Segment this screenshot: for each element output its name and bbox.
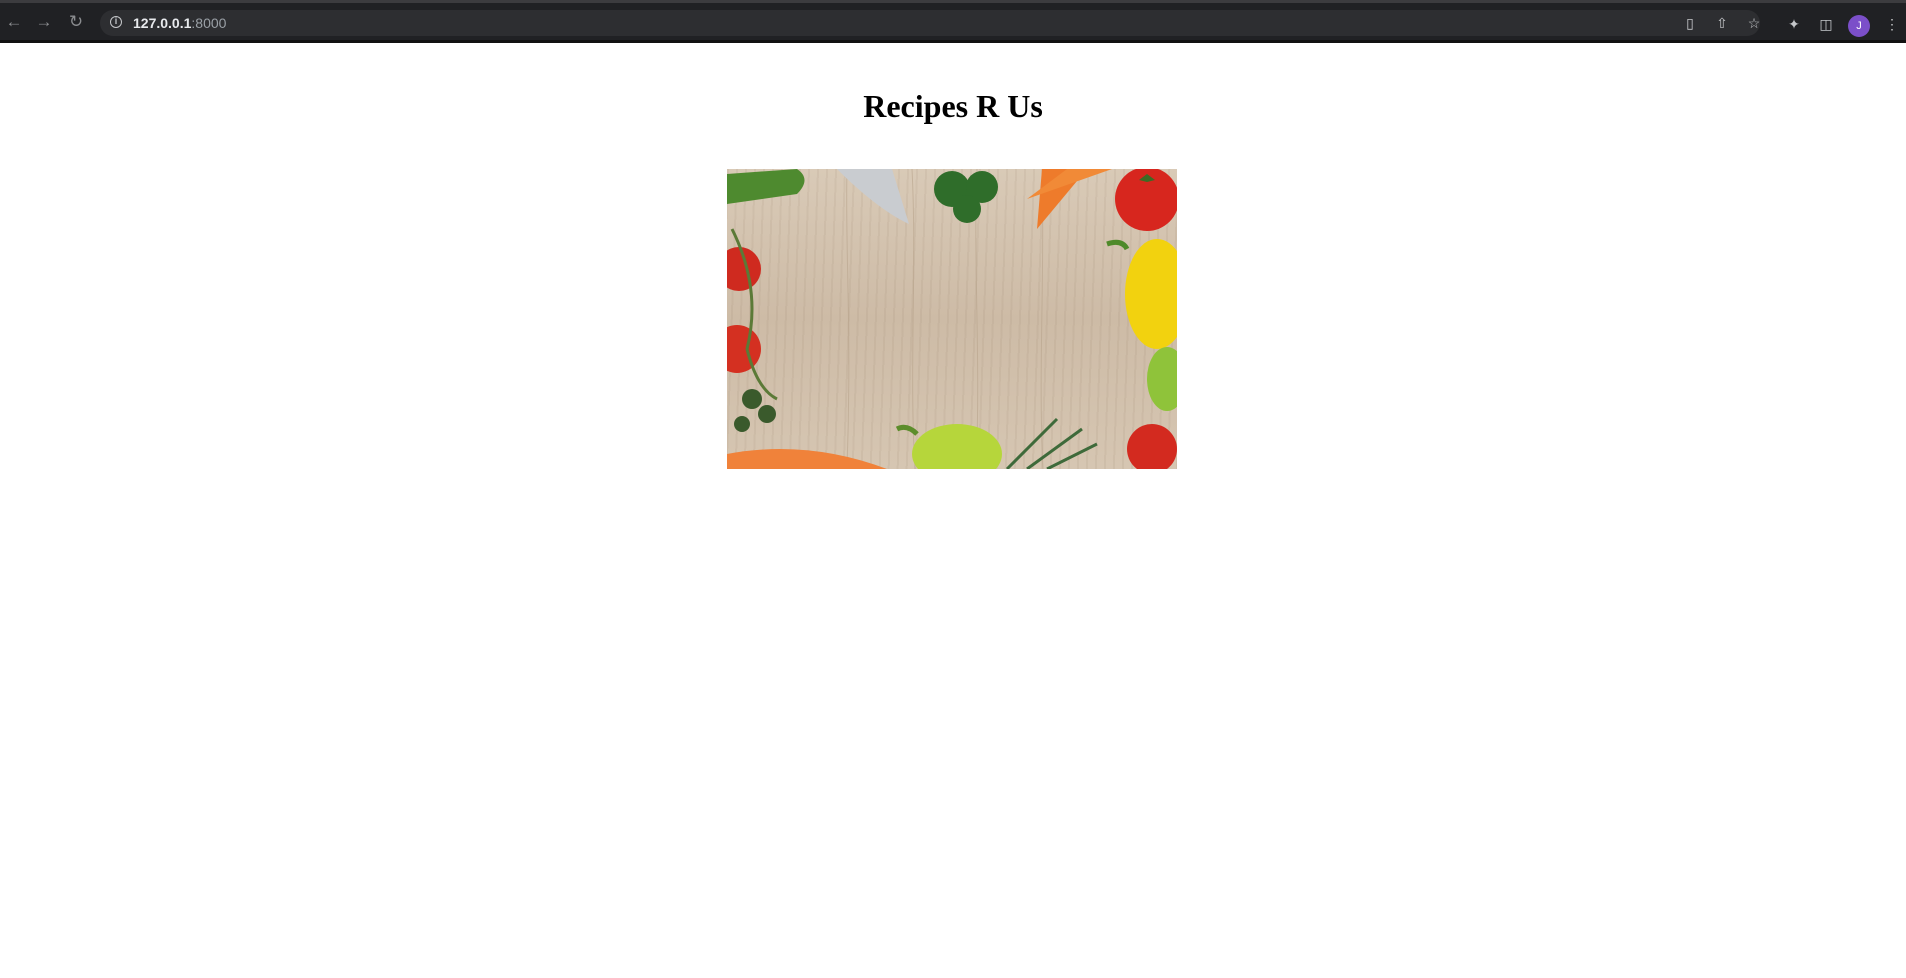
page-title: Recipes R Us bbox=[863, 88, 1043, 124]
profile-avatar[interactable]: J bbox=[1848, 15, 1870, 37]
forward-icon[interactable]: → bbox=[34, 12, 54, 32]
reload-icon[interactable]: ↻ bbox=[66, 12, 86, 32]
hero-image bbox=[727, 169, 1177, 469]
url-text[interactable]: 127.0.0.1:8000 bbox=[133, 15, 226, 31]
address-bar[interactable]: i 127.0.0.1:8000 ▯ ⇧ ☆ bbox=[100, 10, 1760, 36]
url-port: :8000 bbox=[191, 15, 227, 31]
bookmark-star-icon[interactable]: ☆ bbox=[1746, 15, 1762, 31]
browser-toolbar: ← → ↻ i 127.0.0.1:8000 ▯ ⇧ ☆ ✦ ◫ J ⋮ bbox=[0, 0, 1906, 43]
site-info-icon[interactable]: i bbox=[110, 16, 122, 28]
vegetables-illustration bbox=[727, 169, 1177, 469]
extensions-icon[interactable]: ✦ bbox=[1786, 16, 1802, 32]
share-icon[interactable]: ⇧ bbox=[1714, 15, 1730, 31]
url-host: 127.0.0.1 bbox=[133, 15, 192, 31]
back-icon[interactable]: ← bbox=[4, 12, 24, 32]
toolbar-divider bbox=[0, 40, 1906, 43]
side-panel-icon[interactable]: ◫ bbox=[1818, 16, 1834, 32]
translate-icon[interactable]: ▯ bbox=[1682, 15, 1698, 31]
menu-kebab-icon[interactable]: ⋮ bbox=[1884, 16, 1900, 32]
